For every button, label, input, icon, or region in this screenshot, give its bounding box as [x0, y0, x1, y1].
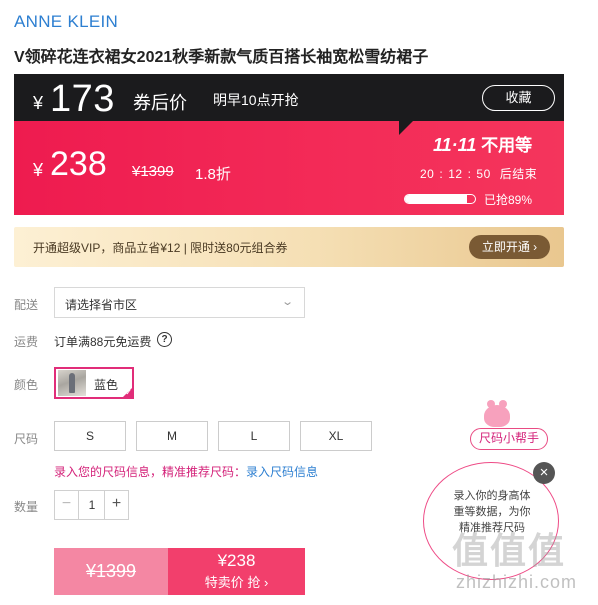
size-label: 尺码 [14, 432, 39, 446]
price-panel: ¥ 173 券后价 明早10点开抢 收藏 ¥ 238 ¥1399 1.8折 11… [14, 74, 564, 215]
sale-start-notice: 明早10点开抢 [213, 92, 299, 108]
promo-title: 11·11 不用等 [433, 131, 532, 156]
size-helper-button[interactable]: 尺码小帮手 [470, 428, 548, 450]
sale-price-bar: ¥ 238 ¥1399 1.8折 11·11 不用等 20:12:50 后结束 已… [14, 121, 564, 215]
brand-name[interactable]: ANNE KLEIN [14, 12, 118, 32]
chevron-down-icon: ⌄ [280, 296, 294, 308]
countdown-minutes: 12 [448, 167, 463, 181]
favorite-button[interactable]: 收藏 [482, 85, 555, 111]
size-hint-text: 录入您的尺码信息，精准推荐尺码： [54, 465, 247, 479]
discount-rate: 1.8折 [195, 166, 231, 183]
coupon-price: 173 [50, 78, 115, 120]
vip-text: 开通超级VIP，商品立省¥12 | 限时送80元组合券 [33, 241, 288, 255]
product-title: V领碎花连衣裙女2021秋季新款气质百搭长袖宽松雪纺裙子 [14, 49, 429, 66]
color-option-label: 蓝色 [94, 378, 119, 392]
shipping-text: 订单满88元免运费 [54, 335, 152, 349]
size-hint: 录入您的尺码信息，精准推荐尺码：录入尺码信息 [54, 463, 318, 480]
buy-price: ¥238 [217, 551, 256, 570]
color-label: 颜色 [14, 378, 39, 392]
watermark-url: zhizhizhi.com [456, 572, 578, 592]
size-option-s[interactable]: S [54, 421, 126, 451]
original-price-button[interactable]: ¥1399 [54, 548, 168, 595]
sold-progress-bar [404, 194, 476, 204]
promo-title-rest: 不用等 [481, 136, 533, 155]
size-info-link[interactable]: 录入尺码信息 [246, 465, 318, 479]
buy-now-button[interactable]: ¥238 特卖价 抢 › [168, 548, 305, 595]
size-option-l[interactable]: L [218, 421, 290, 451]
color-option-blue[interactable]: 蓝色 ✓ [54, 367, 134, 399]
region-select-value: 请选择省市区 [65, 298, 138, 312]
size-option-xl[interactable]: XL [300, 421, 372, 451]
watermark-logo: 值值值 [452, 530, 567, 571]
quantity-increase-button[interactable]: + [104, 491, 128, 519]
banner-corner [399, 121, 413, 135]
shipping-label: 运费 [14, 335, 39, 349]
sale-price: 238 [50, 145, 107, 183]
sold-progress-fill [405, 195, 468, 203]
promo-title-bold: 11·11 [433, 135, 477, 155]
color-thumbnail [58, 370, 86, 396]
size-option-m[interactable]: M [136, 421, 208, 451]
quantity-stepper: − 1 + [54, 490, 129, 520]
countdown-timer: 20:12:50 后结束 [420, 167, 538, 181]
buy-action-label: 特卖价 抢 › [204, 575, 269, 590]
vip-open-button[interactable]: 立即开通 › [469, 235, 550, 259]
sold-progress-text: 已抢89% [484, 193, 533, 207]
coupon-price-bar: ¥ 173 券后价 明早10点开抢 收藏 [14, 74, 564, 121]
bubble-line-1: 录入你的身高体 [453, 490, 531, 502]
countdown-hours: 20 [420, 167, 435, 181]
countdown-suffix: 后结束 [499, 167, 538, 181]
countdown-seconds: 50 [476, 167, 491, 181]
site-watermark: 值值值 zhizhizhi.com [452, 522, 592, 602]
bubble-line-2: 重等数据，为你 [453, 506, 531, 518]
mascot-icon [484, 400, 510, 427]
close-icon[interactable]: × [533, 462, 555, 484]
original-price: ¥1399 [132, 163, 174, 180]
delivery-label: 配送 [14, 298, 39, 312]
region-select[interactable]: 请选择省市区 ⌄ [54, 287, 305, 318]
quantity-label: 数量 [14, 500, 39, 514]
check-icon: ✓ [125, 388, 132, 397]
coupon-currency: ¥ [33, 93, 44, 113]
sale-currency: ¥ [33, 160, 44, 180]
question-circle-icon[interactable]: ? [157, 332, 172, 347]
vip-banner: 开通超级VIP，商品立省¥12 | 限时送80元组合券 立即开通 › [14, 227, 564, 267]
coupon-price-label: 券后价 [133, 93, 187, 113]
quantity-input[interactable]: 1 [80, 491, 104, 519]
quantity-decrease-button[interactable]: − [55, 491, 79, 519]
